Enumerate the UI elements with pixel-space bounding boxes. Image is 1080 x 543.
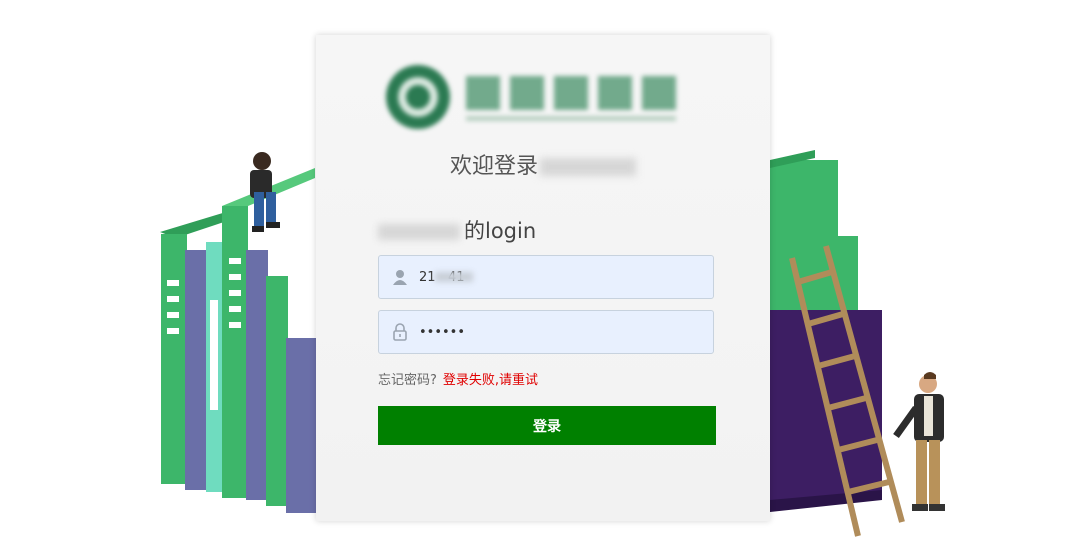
username-field[interactable] [378,255,714,299]
message-row: 忘记密码? 登录失败,请重试 [378,369,538,388]
forgot-password-link[interactable]: 忘记密码? [378,373,437,388]
welcome-heading: 欢迎登录 [316,148,770,180]
redacted-school-name [378,224,460,240]
welcome-text: 欢迎登录 [449,154,538,179]
login-text: 的login [464,219,537,243]
user-icon [393,270,407,285]
sitting-person [250,152,280,232]
left-books [160,168,316,513]
right-books [770,150,882,512]
error-message: 登录失败,请重试 [442,373,539,388]
redacted-username [435,272,473,282]
login-card: 欢迎登录 的login 忘记密码? 登录失败,请重试 登录 [316,35,770,521]
password-input[interactable] [419,311,699,353]
school-logo [386,65,676,129]
login-title: 的login [378,215,536,245]
password-field[interactable] [378,310,714,354]
login-button[interactable]: 登录 [378,406,716,445]
lock-icon [393,323,407,341]
redacted-portal-name [540,158,636,176]
standing-man [893,372,945,511]
